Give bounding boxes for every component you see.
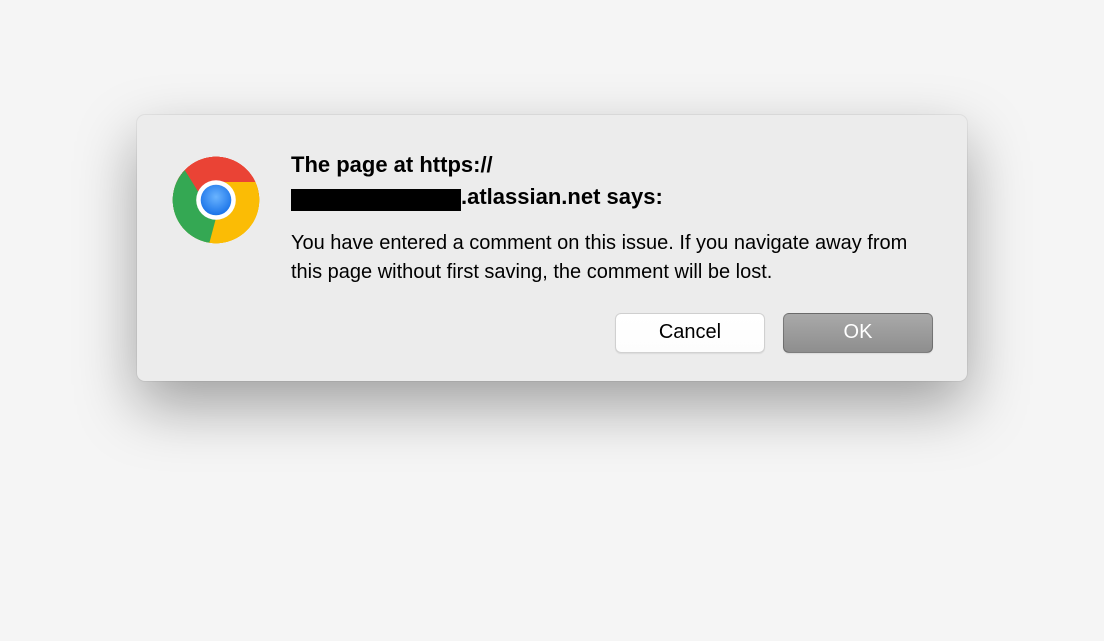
chrome-icon <box>171 155 261 245</box>
dialog-message: You have entered a comment on this issue… <box>291 229 933 287</box>
dialog-body: The page at https:// .atlassian.net says… <box>171 149 933 287</box>
dialog-buttons: Cancel OK <box>171 313 933 353</box>
dialog-title: The page at https:// .atlassian.net says… <box>291 149 933 213</box>
cancel-button[interactable]: Cancel <box>615 313 765 353</box>
dialog-title-suffix: .atlassian.net says: <box>461 181 663 213</box>
redacted-domain <box>291 189 461 211</box>
dialog-title-line1: The page at https:// <box>291 149 933 181</box>
dialog-title-line2: .atlassian.net says: <box>291 181 933 213</box>
ok-button[interactable]: OK <box>783 313 933 353</box>
dialog-content: The page at https:// .atlassian.net says… <box>291 149 933 287</box>
alert-dialog: The page at https:// .atlassian.net says… <box>137 115 967 381</box>
